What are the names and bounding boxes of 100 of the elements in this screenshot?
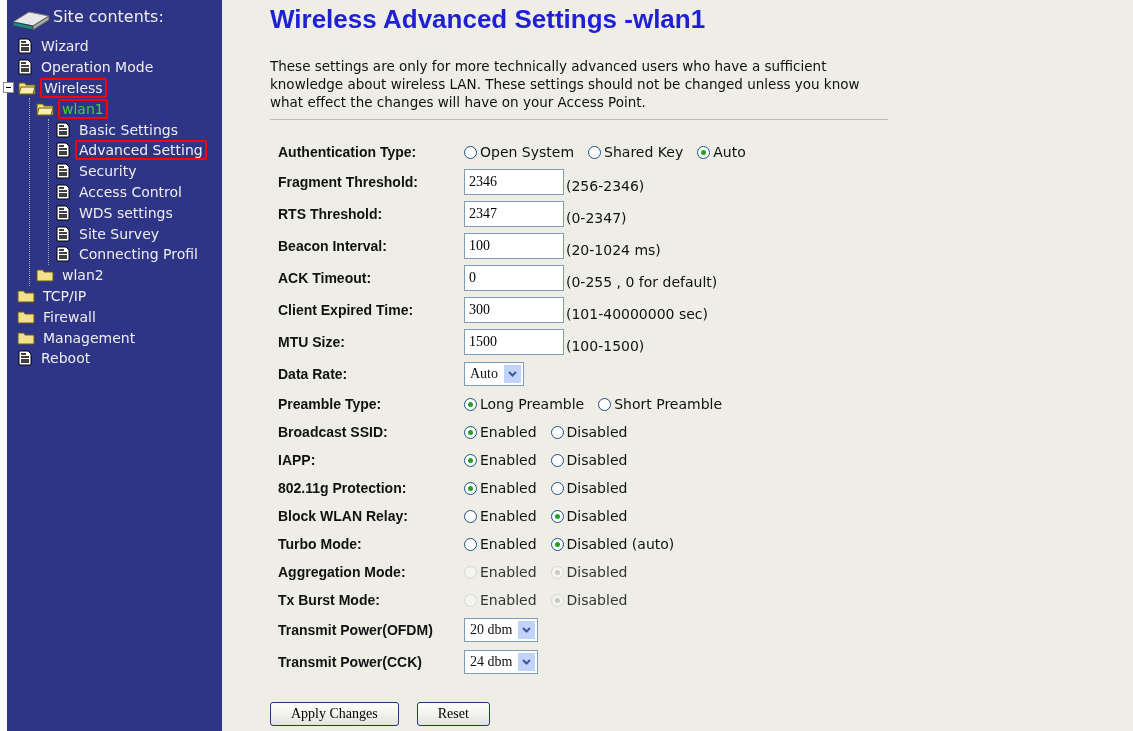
radio-button[interactable] bbox=[588, 145, 602, 159]
tree-item[interactable]: Management bbox=[39, 327, 140, 348]
sidebar-title: Site contents: bbox=[53, 6, 164, 26]
collapse-icon[interactable] bbox=[3, 82, 14, 94]
radio-button[interactable] bbox=[550, 481, 564, 495]
tree-item[interactable]: Wireless bbox=[40, 78, 107, 98]
radio-button[interactable] bbox=[550, 425, 564, 439]
range-hint: (0-255 , 0 for default) bbox=[566, 274, 718, 290]
dropdown[interactable]: 24 dbm bbox=[464, 650, 539, 674]
field-label: Block WLAN Relay: bbox=[278, 507, 409, 526]
apply-button[interactable]: Apply Changes bbox=[270, 702, 399, 726]
input-field[interactable]: 0 bbox=[464, 265, 564, 291]
input-field[interactable]: 100 bbox=[464, 233, 564, 259]
tree-item[interactable]: Wizard bbox=[37, 36, 93, 57]
radio-button[interactable] bbox=[697, 145, 711, 159]
tree-item[interactable]: Operation Mode bbox=[37, 57, 158, 78]
radio-label: Disabled bbox=[566, 508, 628, 524]
field-label: IAPP: bbox=[278, 451, 317, 470]
radio-label: Auto bbox=[713, 144, 746, 160]
tree-item[interactable]: WDS settings bbox=[75, 202, 177, 223]
description: These settings are only for more technically advanced users who have a sufficient knowledge about wireless LAN. These settings should not be changed unless you know what effect the changes will have on your Access Point. bbox=[270, 57, 861, 111]
input-field[interactable]: 300 bbox=[464, 297, 564, 323]
tree-item[interactable]: Security bbox=[75, 161, 141, 182]
open-folder-icon bbox=[18, 81, 36, 95]
radio-button[interactable] bbox=[464, 481, 477, 495]
tree-item[interactable]: wlan1 bbox=[58, 98, 108, 119]
range-hint: (256-2346) bbox=[566, 178, 645, 194]
radio-button[interactable] bbox=[464, 397, 477, 411]
range-hint: (100-1500) bbox=[566, 338, 645, 354]
tree-item[interactable]: Access Control bbox=[75, 181, 186, 202]
reset-button[interactable]: Reset bbox=[416, 702, 490, 726]
field-label: RTS Threshold: bbox=[278, 205, 384, 224]
tree-item[interactable]: Basic Settings bbox=[75, 119, 182, 140]
radio-label: Disabled bbox=[566, 424, 628, 440]
radio-button[interactable] bbox=[550, 537, 564, 551]
radio-label: Disabled (auto) bbox=[566, 536, 675, 552]
open-folder-icon bbox=[36, 101, 54, 116]
range-hint: (0-2347) bbox=[566, 210, 627, 226]
radio-label: Disabled bbox=[566, 592, 628, 608]
document-icon bbox=[55, 183, 71, 200]
radio-label: Open System bbox=[480, 144, 575, 160]
field-label: Beacon Interval: bbox=[278, 237, 388, 256]
document-icon bbox=[17, 350, 33, 367]
radio-label: Enabled bbox=[480, 508, 537, 524]
field-label: Data Rate: bbox=[278, 365, 349, 384]
chevron-down-icon bbox=[522, 659, 532, 665]
radio-button[interactable] bbox=[464, 425, 477, 439]
tree-item[interactable]: Site Survey bbox=[75, 223, 164, 244]
radio-button[interactable] bbox=[550, 453, 564, 467]
radio-label: Disabled bbox=[566, 452, 628, 468]
page-title: Wireless Advanced Settings -wlan1 bbox=[270, 4, 707, 35]
tree-item[interactable]: Connecting Profil bbox=[75, 244, 202, 265]
input-field[interactable]: 2346 bbox=[464, 169, 564, 195]
radio-button[interactable] bbox=[598, 397, 612, 411]
field-label: Turbo Mode: bbox=[278, 535, 363, 554]
field-label: ACK Timeout: bbox=[278, 269, 373, 288]
document-icon bbox=[55, 142, 71, 159]
field-label: Transmit Power(CCK) bbox=[278, 653, 423, 672]
radio-label: Disabled bbox=[566, 480, 628, 496]
document-icon bbox=[55, 163, 71, 180]
document-icon bbox=[55, 204, 71, 221]
range-hint: (20-1024 ms) bbox=[566, 242, 661, 258]
folder-icon bbox=[17, 330, 35, 345]
radio-label: Enabled bbox=[480, 480, 537, 496]
field-label: Tx Burst Mode: bbox=[278, 591, 381, 610]
field-label: Authentication Type: bbox=[278, 143, 418, 162]
input-field[interactable]: 2347 bbox=[464, 201, 564, 227]
folder-icon bbox=[17, 309, 35, 324]
chevron-down-icon bbox=[522, 627, 532, 633]
radio-label: Enabled bbox=[480, 536, 537, 552]
folder-icon bbox=[36, 268, 54, 283]
radio-label: Enabled bbox=[480, 564, 537, 580]
field-label: Transmit Power(OFDM) bbox=[278, 621, 434, 640]
radio-button[interactable] bbox=[464, 537, 477, 551]
radio-label: Enabled bbox=[480, 592, 537, 608]
document-icon bbox=[55, 121, 71, 138]
radio-label: Disabled bbox=[566, 564, 628, 580]
tree-item[interactable]: Firewall bbox=[39, 306, 100, 327]
radio-button[interactable] bbox=[464, 145, 477, 159]
document-icon bbox=[55, 246, 71, 263]
chevron-down-icon bbox=[508, 371, 517, 377]
tree-item[interactable]: Reboot bbox=[37, 348, 95, 369]
range-hint: (101-40000000 sec) bbox=[566, 306, 708, 322]
radio-label: Long Preamble bbox=[480, 396, 585, 412]
field-label: Preamble Type: bbox=[278, 395, 383, 414]
field-label: Fragment Threshold: bbox=[278, 173, 419, 192]
document-icon bbox=[17, 59, 33, 76]
tree-item[interactable]: Advanced Setting bbox=[75, 140, 207, 161]
radio-label: Shared Key bbox=[604, 144, 684, 160]
tree-item[interactable]: TCP/IP bbox=[39, 285, 91, 306]
dropdown[interactable]: Auto bbox=[464, 362, 524, 386]
input-field[interactable]: 1500 bbox=[464, 329, 564, 355]
field-label: Aggregation Mode: bbox=[278, 563, 407, 582]
radio-button[interactable] bbox=[464, 509, 477, 523]
radio-button[interactable] bbox=[550, 509, 564, 523]
field-label: MTU Size: bbox=[278, 333, 346, 352]
radio-button[interactable] bbox=[464, 453, 477, 467]
document-icon bbox=[17, 38, 33, 55]
dropdown[interactable]: 20 dbm bbox=[464, 618, 539, 642]
tree-item[interactable]: wlan2 bbox=[58, 265, 108, 286]
